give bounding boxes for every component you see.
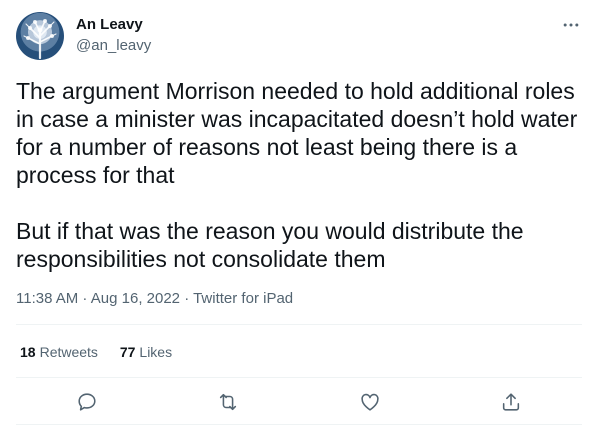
tweet-time[interactable]: 11:38 AM [16, 290, 78, 307]
avatar[interactable] [16, 12, 64, 60]
tweet-meta: 11:38 AM · Aug 16, 2022 · Twitter for iP… [16, 290, 293, 308]
author-handle[interactable]: @an_leavy [76, 37, 151, 55]
share-icon [503, 393, 520, 411]
tweet-actions [16, 386, 582, 418]
share-button[interactable] [494, 386, 528, 418]
divider [16, 377, 582, 378]
reply-button[interactable] [70, 386, 104, 418]
retweet-icon [220, 393, 237, 411]
reply-icon [78, 393, 96, 411]
tweet-source[interactable]: Twitter for iPad [193, 290, 293, 307]
retweets-label: Retweets [39, 344, 98, 360]
likes-label: Likes [139, 344, 173, 360]
like-button[interactable] [353, 386, 387, 418]
retweets-stat[interactable]: 18 Retweets [20, 343, 98, 361]
retweet-button[interactable] [211, 386, 245, 418]
like-icon [361, 393, 379, 411]
avatar-image [23, 19, 57, 60]
likes-count: 77 [119, 344, 136, 360]
author-name[interactable]: An Leavy [76, 16, 143, 34]
retweets-count: 18 [20, 344, 36, 360]
likes-stat[interactable]: 77 Likes [120, 343, 172, 361]
meta-separator: · [180, 290, 194, 307]
tweet-text: The argument Morrison needed to hold add… [16, 78, 578, 272]
divider [16, 324, 582, 325]
tweet-stats: 18 Retweets 77 Likes [20, 343, 190, 361]
meta-separator: · [78, 290, 91, 307]
more-icon[interactable] [560, 14, 582, 36]
tweet-date[interactable]: Aug 16, 2022 [91, 290, 180, 307]
tweet-card: An Leavy @an_leavy The argument Morrison… [0, 0, 598, 425]
